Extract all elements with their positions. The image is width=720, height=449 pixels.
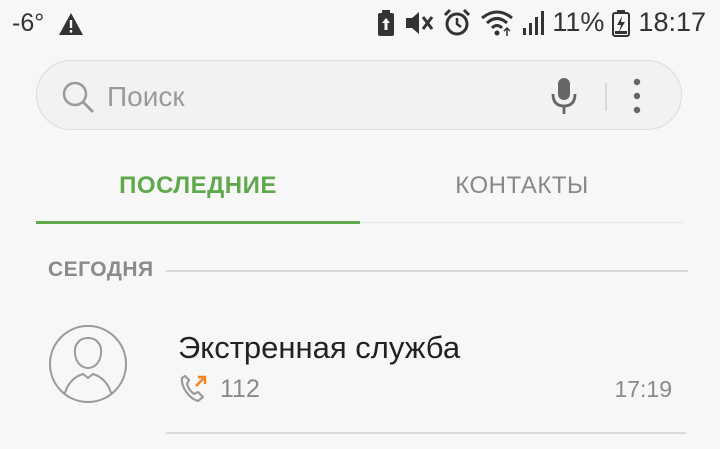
- battery-percent: 11%: [552, 7, 605, 37]
- call-log-row[interactable]: Экстренная служба 112 17:19: [0, 300, 720, 434]
- vibrate-mute-icon: [404, 9, 434, 37]
- search-divider: [605, 83, 607, 111]
- microphone-icon[interactable]: [549, 76, 579, 116]
- search-bar[interactable]: Поиск: [36, 60, 682, 130]
- section-label: СЕГОДНЯ: [48, 258, 154, 281]
- signal-icon: [522, 10, 545, 36]
- status-bar-right: 11% 18:17: [376, 7, 706, 38]
- row-divider: [166, 432, 686, 434]
- clock: 18:17: [638, 7, 706, 37]
- more-options-icon[interactable]: [631, 77, 643, 115]
- section-header-today: СЕГОДНЯ: [48, 255, 688, 289]
- search-icon[interactable]: [61, 80, 95, 114]
- contact-name: Экстренная служба: [178, 330, 461, 365]
- temperature-text: -6°: [12, 9, 45, 37]
- call-meta: 112: [178, 374, 260, 404]
- alarm-icon: [442, 8, 472, 38]
- wifi-icon: [480, 9, 514, 37]
- tab-bar: ПОСЛЕДНИЕ КОНТАКТЫ: [36, 150, 684, 224]
- section-divider: [166, 270, 688, 272]
- warning-icon: [58, 12, 84, 36]
- call-time: 17:19: [614, 376, 672, 402]
- search-input[interactable]: Поиск: [107, 81, 185, 113]
- outgoing-call-icon: [178, 374, 210, 404]
- tab-indicator: [36, 221, 360, 224]
- contact-avatar-icon[interactable]: [48, 324, 128, 404]
- battery-saver-icon: [376, 9, 396, 37]
- tab-recent[interactable]: ПОСЛЕДНИЕ: [36, 150, 360, 222]
- phone-number: 112: [220, 374, 260, 403]
- status-bar-left: -6°: [12, 9, 84, 38]
- battery-charging-icon: [612, 9, 631, 37]
- tab-contacts[interactable]: КОНТАКТЫ: [360, 150, 684, 222]
- status-bar: -6° 11% 18:17: [0, 0, 720, 48]
